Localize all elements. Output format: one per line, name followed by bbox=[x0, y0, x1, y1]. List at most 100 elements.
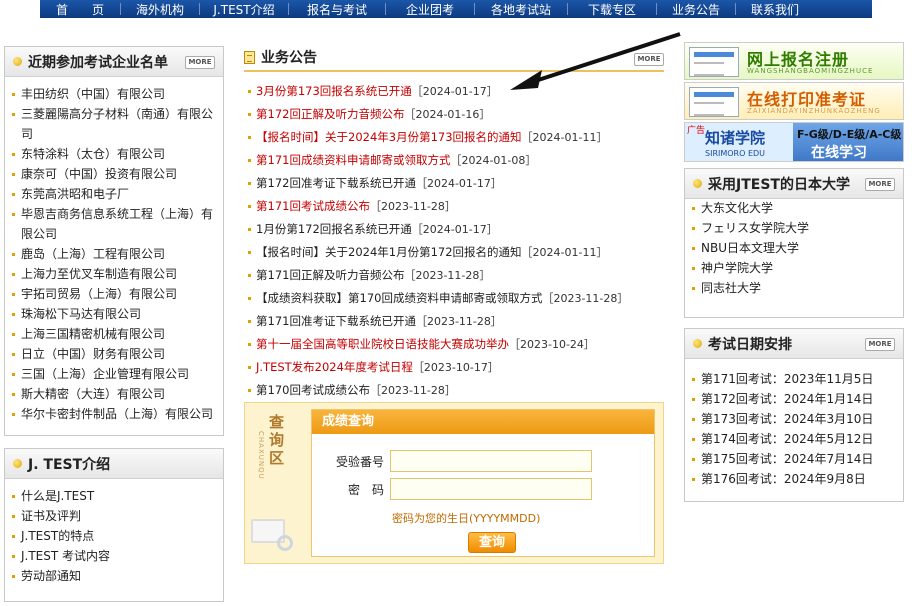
banner-subtitle: ZAIXIANDAYINZHUNKAOZHENG bbox=[747, 107, 881, 115]
announcement-date: ［2023-10-17］ bbox=[412, 361, 499, 374]
announcement-link[interactable]: 第170回考试成绩公布 bbox=[256, 383, 370, 397]
announcement-link[interactable]: 第172回准考证下载系统已开通 bbox=[256, 176, 416, 190]
query-button[interactable]: 查询 bbox=[468, 532, 516, 553]
announcement-item: J.TEST发布2024年度考试日程［2023-10-17］ bbox=[248, 356, 664, 379]
schedule-item[interactable]: 第175回考试：2024年7月14日 bbox=[692, 449, 903, 469]
panel-header: 采用JTEST的日本大学 MORE bbox=[685, 169, 903, 199]
announcement-item: 第172回正解及听力音频公布［2024-01-16］ bbox=[248, 103, 664, 126]
announcement-date: ［2023-11-28］ bbox=[404, 269, 491, 282]
company-list: 丰田纺织（中国）有限公司 三菱麗陽高分子材料（南通）有限公司 东特涂料（太仓）有限公… bbox=[5, 77, 223, 424]
announcements-section: 业务公告 MORE 3月份第173回报名系统已开通［2024-01-17］ 第17… bbox=[244, 44, 664, 402]
online-registration-banner[interactable]: 网上报名注册 WANGSHANGBAOMINGZHUCE bbox=[684, 42, 904, 80]
announcement-date: ［2023-11-28］ bbox=[369, 384, 456, 397]
company-list-item[interactable]: 三菱麗陽高分子材料（南通）有限公司 bbox=[12, 104, 223, 144]
school-ad-banner[interactable]: 广告 知诸学院 SIRIMORO EDU F-G级/D-E级/A-C级 在线学习 bbox=[684, 122, 904, 162]
jtest-intro-item[interactable]: 证书及评判 bbox=[12, 506, 223, 526]
query-area: 查询区 CHAXUNQU 成绩查询 受验番号 密 码 密码为您的生日(YYYYM… bbox=[244, 402, 664, 564]
nav-item-corporate[interactable]: 企业团考 bbox=[386, 1, 474, 18]
more-button[interactable]: MORE bbox=[865, 178, 895, 191]
bullet-icon bbox=[693, 179, 702, 188]
nav-item-registration[interactable]: 报名与考试 bbox=[289, 1, 385, 18]
magnifier-icon bbox=[277, 535, 293, 551]
schedule-item[interactable]: 第172回考试：2024年1月14日 bbox=[692, 389, 903, 409]
announcement-link[interactable]: 【报名时间】关于2024年3月份第173回报名的通知 bbox=[256, 130, 522, 144]
schedule-item[interactable]: 第176回考试：2024年9月8日 bbox=[692, 469, 903, 489]
university-item[interactable]: 同志社大学 bbox=[691, 278, 809, 298]
nav-item-downloads[interactable]: 下载专区 bbox=[568, 1, 656, 18]
query-side-pinyin: CHAXUNQU bbox=[257, 431, 265, 480]
announcement-link[interactable]: 第171回正解及听力音频公布 bbox=[256, 268, 404, 282]
nav-item-overseas[interactable]: 海外机构 bbox=[121, 1, 199, 18]
jtest-intro-item[interactable]: 劳动部通知 bbox=[12, 566, 223, 586]
query-side: 查询区 CHAXUNQU bbox=[245, 403, 309, 563]
schedule-item[interactable]: 第174回考试：2024年5月12日 bbox=[692, 429, 903, 449]
university-item[interactable]: 神户学院大学 bbox=[691, 258, 809, 278]
print-admission-banner[interactable]: 在线打印准考证 ZAIXIANDAYINZHUNKAOZHENG bbox=[684, 82, 904, 120]
panel-title: 近期参加考试企业名单 bbox=[28, 54, 168, 71]
schedule-item[interactable]: 第171回考试：2023年11月5日 bbox=[692, 369, 903, 389]
announcement-link[interactable]: 第171回考试成绩公布 bbox=[256, 199, 370, 213]
nav-item-test-sites[interactable]: 各地考试站 bbox=[475, 1, 567, 18]
announcement-link[interactable]: 第171回成绩资料申请邮寄或领取方式 bbox=[256, 153, 450, 167]
company-list-item[interactable]: 珠海松下马达有限公司 bbox=[12, 304, 223, 324]
password-input[interactable] bbox=[390, 478, 592, 500]
announcement-item: 【报名时间】关于2024年3月份第173回报名的通知［2024-01-11］ bbox=[248, 126, 664, 149]
company-list-item[interactable]: 宇拓司贸易（上海）有限公司 bbox=[12, 284, 223, 304]
screen-thumbnail-icon bbox=[689, 47, 739, 77]
company-list-item[interactable]: 康奈可（中国）投资有限公司 bbox=[12, 164, 223, 184]
university-item[interactable]: 大东文化大学 bbox=[691, 199, 809, 218]
banner-subtitle: WANGSHANGBAOMINGZHUCE bbox=[747, 67, 874, 75]
jtest-intro-item[interactable]: 什么是J.TEST bbox=[12, 486, 223, 506]
announcement-date: ［2024-01-17］ bbox=[415, 177, 502, 190]
nav-item-jtest-intro[interactable]: J.TEST介绍 bbox=[200, 1, 288, 18]
nav-item-contact[interactable]: 联系我们 bbox=[736, 1, 814, 18]
announcement-link[interactable]: 第171回准考证下载系统已开通 bbox=[256, 314, 416, 328]
exam-number-input[interactable] bbox=[390, 450, 592, 472]
more-button[interactable]: MORE bbox=[185, 56, 215, 69]
announcement-item: 第171回成绩资料申请邮寄或领取方式［2024-01-08］ bbox=[248, 149, 664, 172]
form-title: 成绩查询 bbox=[312, 410, 654, 434]
announcement-item: 1月份第172回报名系统已开通［2024-01-17］ bbox=[248, 218, 664, 241]
company-list-item[interactable]: 斯大精密（大连）有限公司 bbox=[12, 384, 223, 404]
bullet-icon bbox=[693, 339, 702, 348]
announcement-date: ［2023-11-28］ bbox=[369, 200, 456, 213]
company-list-item[interactable]: 东莞高洪昭和电子厂 bbox=[12, 184, 223, 204]
company-list-item[interactable]: 丰田纺织（中国）有限公司 bbox=[12, 84, 223, 104]
universities-list: 大东文化大学 フェリス女学院大学 NBU日本文理大学 神户学院大学 同志社大学 bbox=[685, 199, 809, 298]
announcement-link[interactable]: 3月份第173回报名系统已开通 bbox=[256, 84, 412, 98]
section-title: 业务公告 bbox=[261, 50, 317, 66]
company-list-item[interactable]: 日立（中国）财务有限公司 bbox=[12, 344, 223, 364]
panel-header: 近期参加考试企业名单 MORE bbox=[5, 47, 223, 77]
company-list-item[interactable]: 上海力至优叉车制造有限公司 bbox=[12, 264, 223, 284]
company-list-item[interactable]: 东特涂料（太仓）有限公司 bbox=[12, 144, 223, 164]
company-list-item[interactable]: 鹿岛（上海）工程有限公司 bbox=[12, 244, 223, 264]
company-list-item[interactable]: 三国（上海）企业管理有限公司 bbox=[12, 364, 223, 384]
announcement-link[interactable]: 【报名时间】关于2024年1月份第172回报名的通知 bbox=[256, 245, 522, 259]
company-list-item[interactable]: 上海三国精密机械有限公司 bbox=[12, 324, 223, 344]
announcement-date: ［2024-01-08］ bbox=[450, 154, 537, 167]
announcement-link[interactable]: 【成绩资料获取】第170回成绩资料申请邮寄或领取方式 bbox=[256, 291, 542, 305]
company-list-item[interactable]: 华尔卡密封件制品（上海）有限公司 bbox=[12, 404, 223, 424]
announcement-item: 【报名时间】关于2024年1月份第172回报名的通知［2024-01-11］ bbox=[248, 241, 664, 264]
score-query-form: 成绩查询 受验番号 密 码 密码为您的生日(YYYYMMDD) 查询 bbox=[311, 409, 655, 557]
announcement-link[interactable]: 1月份第172回报名系统已开通 bbox=[256, 222, 412, 236]
more-button[interactable]: MORE bbox=[865, 338, 895, 351]
university-item[interactable]: フェリス女学院大学 bbox=[691, 218, 809, 238]
schedule-item[interactable]: 第173回考试：2024年3月10日 bbox=[692, 409, 903, 429]
top-nav: 首 页 海外机构 J.TEST介绍 报名与考试 企业团考 各地考试站 下载专区 … bbox=[40, 0, 872, 18]
announcement-item: 第171回准考证下载系统已开通［2023-11-28］ bbox=[248, 310, 664, 333]
announcement-item: 第十一届全国高等职业院校日语技能大赛成功举办［2023-10-24］ bbox=[248, 333, 664, 356]
screen-thumbnail-icon bbox=[689, 87, 739, 117]
company-list-panel: 近期参加考试企业名单 MORE 丰田纺织（中国）有限公司 三菱麗陽高分子材料（南通… bbox=[4, 46, 224, 436]
announcement-link[interactable]: 第十一届全国高等职业院校日语技能大赛成功举办 bbox=[256, 337, 509, 351]
exam-number-row: 受验番号 bbox=[312, 450, 592, 472]
announcement-date: ［2023-11-28］ bbox=[415, 315, 502, 328]
nav-item-home[interactable]: 首 页 bbox=[40, 1, 120, 18]
company-list-item[interactable]: 毕恩吉商务信息系统工程（上海）有限公司 bbox=[12, 204, 223, 244]
announcement-link[interactable]: 第172回正解及听力音频公布 bbox=[256, 107, 404, 121]
announcement-link[interactable]: J.TEST发布2024年度考试日程 bbox=[256, 360, 413, 374]
jtest-intro-item[interactable]: J.TEST 考试内容 bbox=[12, 546, 223, 566]
nav-item-announcements[interactable]: 业务公告 bbox=[657, 1, 735, 18]
jtest-intro-item[interactable]: J.TEST的特点 bbox=[12, 526, 223, 546]
university-item[interactable]: NBU日本文理大学 bbox=[691, 238, 809, 258]
